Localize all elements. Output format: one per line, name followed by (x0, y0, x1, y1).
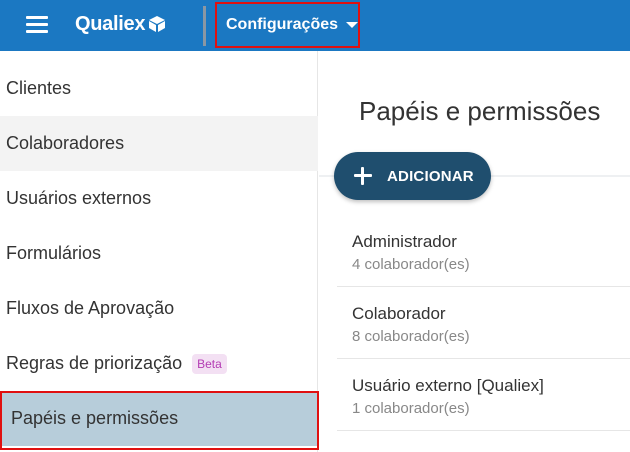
sidebar-item-label: Fluxos de Aprovação (6, 298, 175, 318)
role-list-item[interactable]: Administrador 4 colaborador(es) (337, 215, 630, 287)
sidebar-item-label: Papéis e permissões (11, 408, 179, 428)
role-member-count: 8 colaborador(es) (352, 328, 470, 345)
sidebar-item-label: Usuários externos (6, 188, 152, 208)
add-button[interactable]: ADICIONAR (334, 152, 491, 200)
sidebar-item-usuarios-externos[interactable]: Usuários externos (0, 171, 318, 226)
caret-down-icon (346, 22, 359, 28)
sidebar-item-label: Regras de priorização (6, 353, 183, 373)
role-member-count: 1 colaborador(es) (352, 400, 470, 417)
main-content: Papéis e permissões ADICIONAR Administra… (319, 51, 630, 452)
logo-cube-icon (149, 16, 166, 32)
beta-badge: Beta (192, 353, 227, 374)
role-member-count: 4 colaborador(es) (352, 256, 470, 273)
configuracoes-label: Configurações (226, 16, 339, 33)
sidebar-item-label: Colaboradores (6, 133, 125, 153)
role-name: Colaborador (352, 304, 446, 323)
sidebar-item-papeis-e-permissoes[interactable]: Papéis e permissões (0, 391, 318, 446)
sidebar: Clientes Colaboradores Usuários externos… (0, 51, 318, 452)
logo-text: Qualiex (75, 12, 146, 35)
role-list-item[interactable]: Colaborador 8 colaborador(es) (337, 287, 630, 359)
sidebar-item-regras-de-priorizacao[interactable]: Regras de priorização Beta (0, 336, 318, 391)
page-title: Papéis e permissões (359, 96, 601, 126)
sidebar-item-label: Clientes (6, 78, 72, 98)
qualiex-logo[interactable]: Qualiex (75, 11, 166, 37)
header-divider (203, 6, 206, 46)
sidebar-item-label: Formulários (6, 243, 102, 263)
hamburger-menu-icon[interactable] (26, 16, 48, 34)
configuracoes-dropdown[interactable]: Configurações (215, 2, 360, 48)
plus-icon (354, 167, 372, 185)
role-name: Administrador (352, 232, 457, 251)
add-button-label: ADICIONAR (387, 167, 474, 185)
role-list-item[interactable]: Usuário externo [Qualiex] 1 colaborador(… (337, 359, 630, 431)
sidebar-item-clientes[interactable]: Clientes (0, 61, 318, 116)
sidebar-item-formularios[interactable]: Formulários (0, 226, 318, 281)
role-name: Usuário externo [Qualiex] (352, 376, 544, 395)
sidebar-item-colaboradores[interactable]: Colaboradores (0, 116, 318, 171)
sidebar-item-fluxos-de-aprovacao[interactable]: Fluxos de Aprovação (0, 281, 318, 336)
top-app-bar: Qualiex Configurações (0, 0, 630, 51)
